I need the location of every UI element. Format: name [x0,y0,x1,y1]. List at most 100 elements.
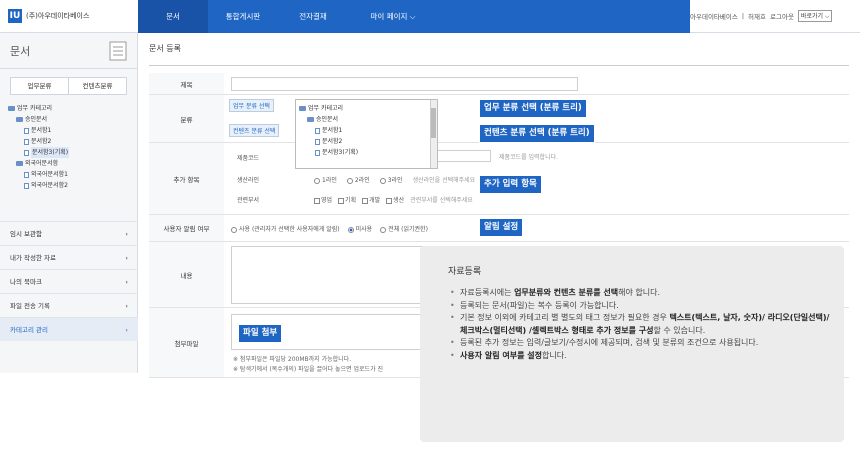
logout-link[interactable]: 로그아웃 [770,11,794,21]
dept-option-planning[interactable]: 기획 [338,195,356,204]
product-code-hint: 제품코드를 입력합니다. [499,154,559,161]
sidebar: 문서 업무분류 컨텐츠분류 업무 카테고리 승인문서 문서함1 문서함2 문서함3(기획… [0,33,138,373]
nav-documents[interactable]: 문서 [138,0,208,33]
popup-item: 사용자 알림 여부를 설정합니다. [450,350,830,363]
popup-item-text: 할 수 있습니다. [653,325,706,335]
document-icon [315,149,320,156]
title-input[interactable] [231,77,578,91]
user-name: 허재호 [748,13,766,21]
product-code-input[interactable] [431,150,491,162]
menu-item-label: 카테고리 관리 [10,326,48,334]
alarm-label: 사용자 알림 여부 [149,215,224,241]
alarm-option-all[interactable]: 전체 (읽기권한) [380,224,428,233]
document-icon [315,138,320,145]
tree-item-label: 승인문서 [25,116,48,123]
sidebar-menu-item[interactable]: 임시 보관함 › [0,221,138,245]
line-hint: 생산라인을 선택해주세요 [412,177,476,184]
category-tree-item[interactable]: 문서함1 [299,125,434,136]
menu-item-label: 임시 보관함 [10,230,42,238]
work-category-select-button[interactable]: 업무 분류 선택 [229,99,274,112]
sidebar-menu-item[interactable]: 카테고리 관리 › [0,317,138,341]
category-tree-item[interactable]: 문서함2 [299,136,434,147]
popup-item: 자료등록시에는 업무분류와 컨텐츠 분류를 선택해야 합니다. [450,287,830,300]
tree-item[interactable]: 업무 카테고리 [8,103,129,114]
radio-icon [379,177,386,184]
attach-label: 첨부파일 [149,308,224,377]
divider [149,65,849,66]
callout-attach: 파일 첨부 [238,324,283,343]
sidebar-menu-item[interactable]: 나의 북마크 › [0,269,138,293]
radio-icon [347,226,354,233]
category-label: 분류 [149,95,224,142]
dept-hint: 관련부서를 선택해주세요 [410,197,473,204]
attach-note: ※ 탐색기에서 (복수개의) 파일을 끌어다 놓으면 업로드가 진 [233,366,384,373]
menu-item-label: 나의 북마크 [10,278,42,286]
popup-item-text: 합니다. [541,350,567,360]
logo[interactable]: IU (주)아우데이타베이스 [8,9,89,23]
alarm-options: 사용 (관리자가 선택한 사용자에게 알림) 미사용 전체 (읽기권한) [231,224,428,233]
nav-approval[interactable]: 전자결재 [278,0,348,33]
tree-item[interactable]: 문서함2 [8,136,129,147]
menu-item-label: 내가 작성한 자료 [10,254,56,262]
line-option-1[interactable]: 1라인 [314,175,337,184]
document-icon [24,149,29,156]
popup-item-bold: 사용자 알림 여부를 설정 [460,350,542,360]
popup-item: 등록된 추가 정보는 입력/글보기/수정시에 제공되며, 검색 및 분류의 조건… [450,337,830,350]
sidebar-menu-item[interactable]: 내가 작성한 자료 › [0,245,138,269]
logo-text: (주)아우데이타베이스 [26,12,90,20]
alarm-option-label: 사용 (관리자가 선택한 사용자에게 알림) [239,226,340,233]
user-links: 아우데이타베이스 | 허재호 로그아웃 바로가기 ⌵ [690,10,833,22]
callout-content-tree: 컨텐츠 분류 선택 (분류 트리) [479,124,595,143]
line-option-2[interactable]: 2라인 [346,175,370,184]
extra-label: 추가 항목 [149,143,224,214]
document-icon [24,127,29,134]
tree-item[interactable]: 외국어문서함 [8,158,129,169]
folder-icon [307,117,314,122]
main-nav: 문서 통합게시판 전자결재 마이 페이지 ⌵ [138,0,690,33]
sidebar-menu-item[interactable]: 파일 전송 기록 › [0,293,138,317]
category-tree-label: 문서함1 [322,127,343,134]
alarm-option-label: 미사용 [355,226,373,233]
line-option-3[interactable]: 3라인 [379,175,403,184]
tree-item[interactable]: 승인문서 [8,114,129,125]
dept-label: 관련부서 [237,197,260,204]
tab-work-category[interactable]: 업무분류 [11,78,68,94]
tree-item-label: 업무 카테고리 [17,105,53,112]
nav-mypage[interactable]: 마이 페이지 ⌵ [348,0,438,33]
dept-option-dev[interactable]: 개발 [362,195,380,204]
content-category-select-button[interactable]: 컨텐츠 분류 선택 [229,124,280,137]
popup-item: 기본 정보 이외에 카테고리 별 별도의 태그 정보가 필요한 경우 텍스트(텍… [450,312,830,337]
scrollbar[interactable] [430,100,437,168]
category-tree-item[interactable]: 승인문서 [299,114,434,125]
document-icon [315,127,320,134]
scroll-thumb[interactable] [431,108,436,138]
alarm-option-none[interactable]: 미사용 [347,224,373,233]
info-popup: 자료등록 자료등록시에는 업무분류와 컨텐츠 분류를 선택해야 합니다.등록되는… [420,246,844,442]
category-tree-item[interactable]: 업무 카테고리 [299,103,434,114]
tree-item[interactable]: 외국어문서함1 [8,169,129,180]
dept-options: 영업 기획 개발 생산 관련부서를 선택해주세요 [314,195,473,204]
category-tree-popup: 업무 카테고리승인문서문서함1 문서함2 문서함3(기획) [295,99,438,169]
alarm-option-use[interactable]: 사용 (관리자가 선택한 사용자에게 알림) [231,224,340,233]
tree-item[interactable]: 외국어문서함2 [8,180,129,191]
category-tree-label: 승인문서 [316,116,339,123]
shortcut-select[interactable]: 바로가기 ⌵ [797,10,833,22]
document-icon [24,182,29,189]
dept-option-sales[interactable]: 영업 [314,195,332,204]
popup-item-text: 기본 정보 이외에 카테고리 별 별도의 태그 정보가 필요한 경우 [460,313,670,322]
tree-item[interactable]: 문서함3(기획) [8,147,129,158]
logo-mark: IU [8,9,22,23]
tree-item-label: 문서함3(기획) [31,147,70,158]
title-label: 제목 [149,73,224,94]
line-option-label: 1라인 [322,177,337,184]
chevron-right-icon: › [125,254,128,262]
popup-list: 자료등록시에는 업무분류와 컨텐츠 분류를 선택해야 합니다.등록되는 문서(파… [450,287,830,362]
nav-board[interactable]: 통합게시판 [208,0,278,33]
popup-item-text: 해야 합니다. [618,288,660,297]
category-tree-item[interactable]: 문서함3(기획) [299,147,434,158]
popup-title: 자료등록 [448,267,482,277]
tree-item[interactable]: 문서함1 [8,125,129,136]
tab-content-category[interactable]: 컨텐츠분류 [68,78,126,94]
tree-item-label: 외국어문서함2 [31,182,68,189]
dept-option-production[interactable]: 생산 [386,195,404,204]
